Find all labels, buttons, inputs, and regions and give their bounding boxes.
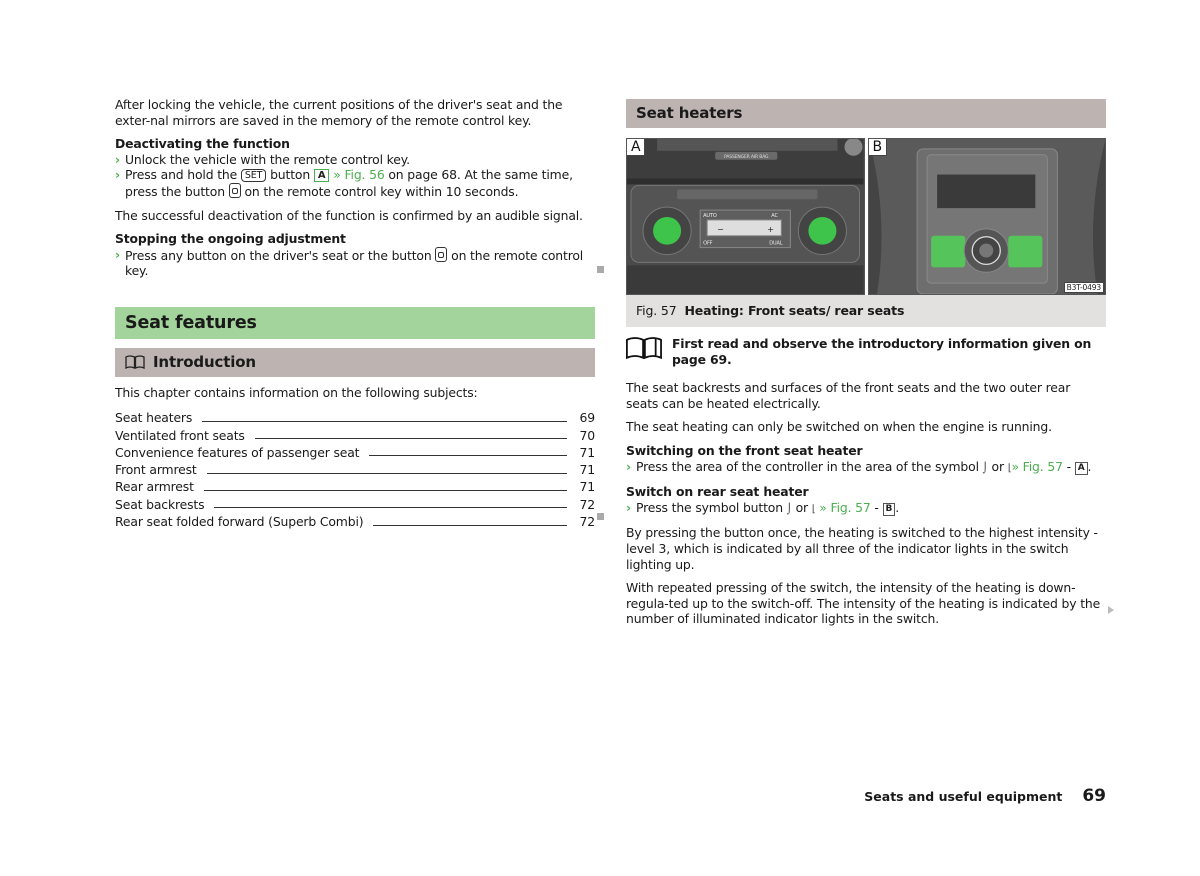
paragraph-3: By pressing the button once, the heating…: [626, 525, 1098, 572]
callout-b: B: [882, 502, 896, 516]
figure-panel-a: PASSENGER AIR BAG AUTO AC OFF DUAL − + A: [626, 138, 865, 295]
paragraph-1: The seat backrests and surfaces of the f…: [626, 380, 1071, 411]
stopping-step-1: › Press any button on the driver's seat …: [115, 246, 584, 279]
page-footer: Seats and useful equipment 69: [864, 786, 1106, 806]
svg-text:AC: AC: [771, 213, 778, 219]
intro-paragraph: After locking the vehicle, the current p…: [115, 97, 563, 128]
chapter-text: This chapter contains information on the…: [115, 384, 478, 400]
footer-chapter-title: Seats and useful equipment: [864, 789, 1063, 804]
climate-control-illustration: PASSENGER AIR BAG AUTO AC OFF DUAL − +: [627, 139, 864, 294]
paragraph-2: The seat heating can only be switched on…: [626, 419, 1052, 435]
section-title: Seat features: [115, 306, 595, 339]
figure-panel-b: B B3T-0493: [867, 138, 1106, 295]
front-heater-heading: Switching on the front seat heater: [626, 442, 863, 458]
callout-a: A: [313, 169, 330, 183]
toc-row[interactable]: Rear seat folded forward (Superb Combi) 7…: [115, 512, 595, 529]
end-of-section-mark: [597, 266, 604, 273]
chevron-icon: ›: [115, 246, 120, 262]
fig-56-link[interactable]: » Fig. 56: [329, 167, 385, 182]
paragraph-4: With repeated pressing of the switch, th…: [626, 580, 1101, 627]
toc-row[interactable]: Ventilated front seats 70: [115, 426, 595, 443]
page-number: 69: [1082, 786, 1106, 806]
svg-text:AUTO: AUTO: [703, 213, 717, 219]
svg-text:+: +: [767, 225, 774, 234]
toc-row[interactable]: Front armrest 71: [115, 460, 595, 477]
set-key-icon: SET: [240, 169, 267, 183]
callout-a: A: [1074, 461, 1088, 475]
book-icon: [626, 337, 662, 360]
chevron-icon: ›: [626, 458, 631, 474]
introduction-heading: Introduction: [115, 347, 595, 377]
right-column: Seat heaters PASSENGER AIR BAG AUTO AC O…: [626, 99, 1106, 635]
deactivating-step-1: › Unlock the vehicle with the remote con…: [115, 151, 410, 167]
chevron-icon: ›: [626, 499, 631, 515]
left-column: After locking the vehicle, the current p…: [115, 97, 595, 530]
fig-57-link[interactable]: » Fig. 57: [1011, 459, 1063, 474]
deactivating-step-2: › Press and hold the SET button A » Fig.…: [115, 167, 573, 199]
front-heater-step: › Press the area of the controller in th…: [626, 459, 1106, 477]
stopping-heading: Stopping the ongoing adjustment: [115, 231, 346, 247]
seat-heaters-heading: Seat heaters: [626, 99, 1106, 128]
toc-row[interactable]: Seat heaters 69: [115, 409, 595, 426]
figure-57: PASSENGER AIR BAG AUTO AC OFF DUAL − + A: [626, 138, 1106, 295]
chevron-icon: ›: [115, 151, 120, 167]
airbag-label: PASSENGER AIR BAG: [724, 154, 769, 160]
svg-text:−: −: [717, 225, 724, 234]
toc-row[interactable]: Convenience features of passenger seat 71: [115, 443, 595, 460]
remote-unlock-icon: [435, 246, 448, 262]
svg-text:DUAL: DUAL: [769, 241, 783, 247]
toc-list: Seat heaters 69 Ventilated front seats 70 …: [115, 409, 595, 530]
chevron-icon: ›: [115, 167, 120, 183]
toc-row[interactable]: Rear armrest 71: [115, 478, 595, 495]
book-icon: [125, 355, 145, 370]
figure-code: B3T-0493: [1063, 282, 1104, 293]
rear-heater-heading: Switch on rear seat heater: [626, 484, 809, 500]
end-of-section-mark: [597, 513, 604, 520]
fig-57-link[interactable]: » Fig. 57: [816, 500, 871, 515]
notice: First read and observe the introductory …: [626, 334, 1106, 367]
deactivating-heading: Deactivating the function: [115, 136, 290, 152]
continue-arrow-icon: [1108, 606, 1114, 614]
panel-a-label: A: [627, 139, 646, 156]
toc-row[interactable]: Seat backrests 72: [115, 495, 595, 512]
svg-text:OFF: OFF: [703, 241, 713, 247]
confirm-paragraph: The successful deactivation of the funct…: [115, 207, 583, 223]
remote-unlock-icon: [228, 182, 241, 198]
rear-heater-step: › Press the symbol button ⌡ or ⌊ » Fig. …: [626, 500, 1106, 518]
panel-b-label: B: [868, 139, 887, 156]
figure-caption: Fig. 57 Heating: Front seats/ rear seats: [626, 295, 1106, 327]
rear-console-illustration: [868, 139, 1105, 294]
